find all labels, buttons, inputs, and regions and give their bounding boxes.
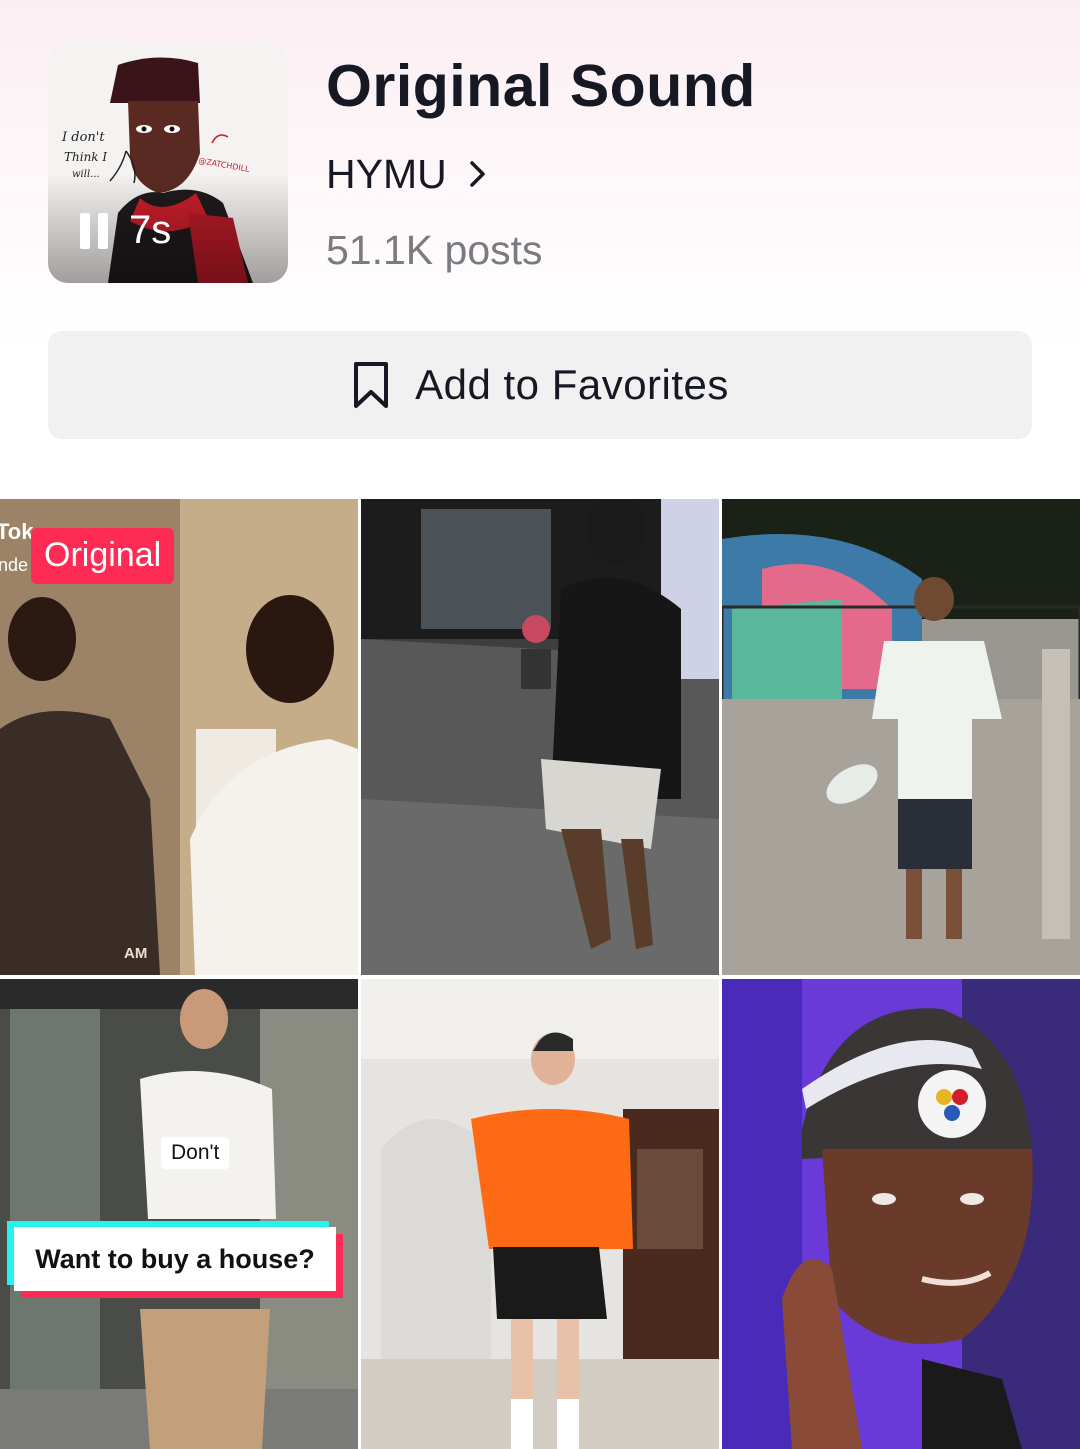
original-badge: Original	[31, 528, 175, 584]
sound-duration: 7s	[129, 208, 172, 252]
cover-handwriting-1: I don't	[61, 130, 105, 145]
video-1-overlay-text-2: nde	[0, 555, 29, 575]
video-thumbnail-3[interactable]	[722, 499, 1080, 975]
cover-handwriting-2: Think I	[64, 150, 107, 164]
video-3-image	[722, 499, 1080, 975]
video-thumbnail-2[interactable]	[361, 499, 719, 975]
video-4-caption-main: Want to buy a house?	[14, 1227, 336, 1291]
video-1-overlay-text: Tok	[0, 519, 34, 544]
video-grid: Tok nde Original AM Don't Want to buy a …	[0, 499, 1080, 1449]
video-5-image	[361, 979, 719, 1449]
video-thumbnail-1[interactable]: Tok nde Original AM	[0, 499, 358, 975]
chevron-right-icon	[469, 161, 485, 187]
add-to-favorites-button[interactable]: Add to Favorites	[48, 331, 1032, 439]
posts-count: 51.1K posts	[326, 227, 543, 273]
bookmark-icon	[354, 362, 389, 408]
artist-link[interactable]: HYMU	[326, 148, 487, 200]
video-thumbnail-5[interactable]	[361, 979, 719, 1449]
video-2-image	[361, 499, 719, 975]
video-4-image	[0, 979, 358, 1449]
add-to-favorites-label: Add to Favorites	[415, 361, 729, 408]
video-4-caption-small: Don't	[161, 1137, 230, 1169]
pause-icon[interactable]	[80, 213, 110, 249]
video-thumbnail-4[interactable]: Don't Want to buy a house?	[0, 979, 358, 1449]
sound-title: Original Sound	[326, 53, 756, 119]
video-thumbnail-6[interactable]	[722, 979, 1080, 1449]
video-6-image	[722, 979, 1080, 1449]
artist-name: HYMU	[326, 150, 447, 197]
video-1-corner-text: AM	[124, 945, 148, 962]
